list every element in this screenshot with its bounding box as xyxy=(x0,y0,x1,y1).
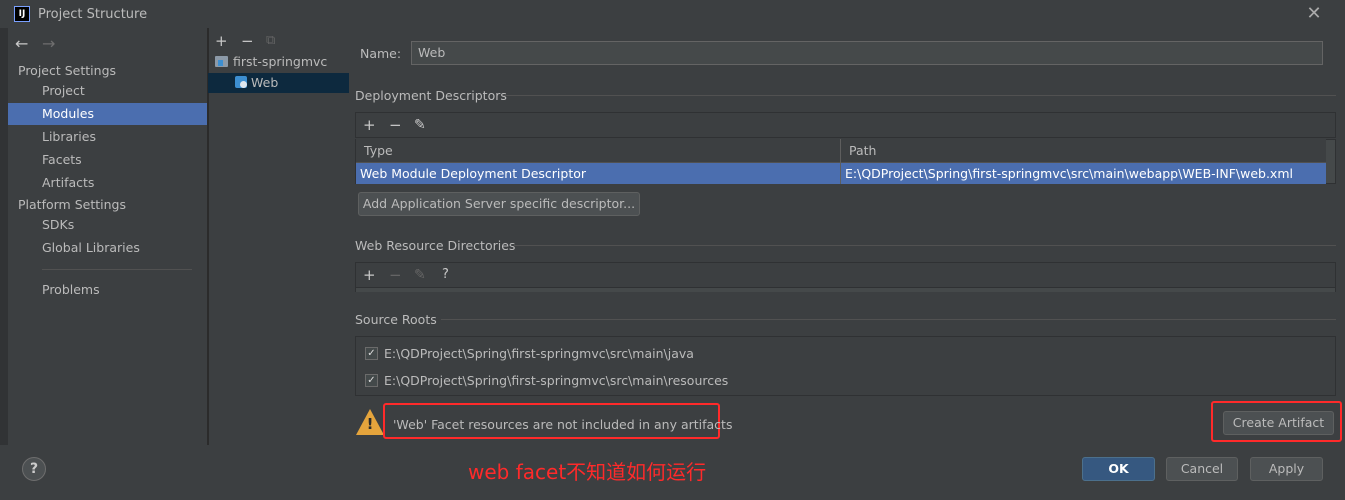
source-roots-title: Source Roots xyxy=(355,312,437,327)
warning-icon-glyph: ! xyxy=(366,415,374,433)
forward-arrow-icon[interactable]: → xyxy=(42,34,55,53)
module-folder-icon xyxy=(215,56,228,67)
add-icon[interactable]: + xyxy=(363,266,376,284)
sidebar-item-problems[interactable]: Problems xyxy=(8,279,207,301)
deployment-toolbar xyxy=(355,112,1336,138)
sidebar-item-sdks[interactable]: SDKs xyxy=(8,214,207,236)
tree-item-web-facet[interactable]: Web xyxy=(208,73,349,93)
help-icon[interactable]: ? xyxy=(442,266,449,284)
help-button[interactable]: ? xyxy=(22,457,46,481)
name-label: Name: xyxy=(360,46,402,61)
sidebar-item-modules[interactable]: Modules xyxy=(8,103,207,125)
copy-icon[interactable]: ⧉ xyxy=(266,32,275,50)
deployment-descriptors-title: Deployment Descriptors xyxy=(355,88,507,103)
cancel-button[interactable]: Cancel xyxy=(1166,457,1238,481)
source-root-checkbox[interactable]: ✓ xyxy=(365,374,378,387)
source-root-checkbox[interactable]: ✓ xyxy=(365,347,378,360)
sidebar-item-facets[interactable]: Facets xyxy=(8,149,207,171)
warning-message: 'Web' Facet resources are not included i… xyxy=(393,417,733,432)
close-icon[interactable]: ✕ xyxy=(1304,4,1324,24)
window-edge xyxy=(0,28,8,445)
source-root-path: E:\QDProject\Spring\first-springmvc\src\… xyxy=(384,373,729,388)
resources-toolbar xyxy=(355,262,1336,288)
remove-icon[interactable]: − xyxy=(389,266,402,284)
sidebar-item-project[interactable]: Project xyxy=(8,80,207,102)
sidebar-item-libraries[interactable]: Libraries xyxy=(8,126,207,148)
resources-table xyxy=(355,288,1336,292)
annotation-text: web facet不知道如何运行 xyxy=(468,460,707,484)
source-root-path: E:\QDProject\Spring\first-springmvc\src\… xyxy=(384,346,694,361)
name-field[interactable]: Web xyxy=(411,41,1323,65)
table-cell-path[interactable]: E:\QDProject\Spring\first-springmvc\src\… xyxy=(841,163,1326,184)
add-server-descriptor-button[interactable]: Add Application Server specific descript… xyxy=(358,192,640,216)
web-resource-directories-title: Web Resource Directories xyxy=(355,238,516,253)
section-divider xyxy=(503,95,1336,96)
column-header-type[interactable]: Type xyxy=(356,139,840,163)
edit-icon[interactable]: ✎ xyxy=(414,116,426,134)
section-divider xyxy=(441,319,1336,320)
remove-icon[interactable]: − xyxy=(389,116,402,134)
column-header-path[interactable]: Path xyxy=(841,139,1326,163)
sidebar-item-global-libraries[interactable]: Global Libraries xyxy=(8,237,207,259)
facet-name: Web xyxy=(251,75,279,90)
web-facet-icon xyxy=(235,76,247,88)
window-title: Project Structure xyxy=(38,7,148,22)
back-arrow-icon[interactable]: ← xyxy=(15,34,28,53)
section-divider xyxy=(514,245,1336,246)
edit-icon[interactable]: ✎ xyxy=(414,266,426,284)
project-settings-header: Project Settings xyxy=(18,63,117,78)
remove-icon[interactable]: − xyxy=(241,32,254,50)
table-cell-type[interactable]: Web Module Deployment Descriptor xyxy=(356,163,840,184)
title-bar xyxy=(0,0,1345,29)
create-artifact-button[interactable]: Create Artifact xyxy=(1223,411,1334,435)
intellij-logo-icon: IJ xyxy=(14,6,30,22)
platform-settings-header: Platform Settings xyxy=(18,197,126,212)
apply-button[interactable]: Apply xyxy=(1250,457,1323,481)
tree-item-module[interactable]: first-springmvc xyxy=(208,52,349,72)
sidebar-divider xyxy=(42,269,192,270)
module-name: first-springmvc xyxy=(233,54,328,69)
ok-button[interactable]: OK xyxy=(1082,457,1155,481)
sidebar-item-artifacts[interactable]: Artifacts xyxy=(8,172,207,194)
add-icon[interactable]: + xyxy=(215,32,228,50)
add-icon[interactable]: + xyxy=(363,116,376,134)
